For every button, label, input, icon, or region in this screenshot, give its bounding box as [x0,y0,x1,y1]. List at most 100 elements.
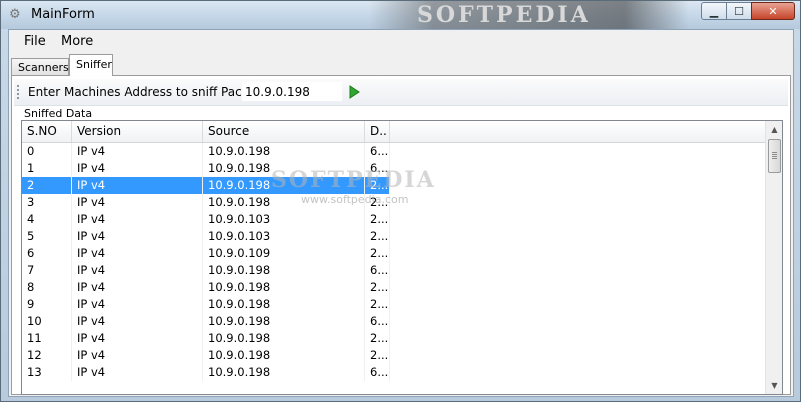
tab-sniffer[interactable]: Sniffer [69,54,113,76]
menu-file[interactable]: File [24,34,46,49]
table-cell: IP v4 [72,194,203,211]
table-cell: 2... [365,194,390,211]
table-row[interactable]: 10 IP v4 10.9.0.198 6... [22,313,765,330]
table-cell: 6... [365,160,390,177]
table-row[interactable]: 3 IP v4 10.9.0.198 2... [22,194,765,211]
scroll-thumb[interactable] [768,139,781,173]
table-cell: 2... [365,245,390,262]
table-cell: IP v4 [72,160,203,177]
column-header-sno[interactable]: S.NO [22,121,72,142]
address-label: Enter Machines Address to sniff Packets [28,85,267,99]
table-cell: 10.9.0.198 [203,160,365,177]
table-cell: 10.9.0.198 [203,143,365,160]
table-cell: 10.9.0.198 [203,262,365,279]
table-cell: IP v4 [72,143,203,160]
column-header-source[interactable]: Source [203,121,365,142]
table-cell: 2... [365,211,390,228]
list-header: S.NO Version Source D.. [22,121,765,143]
toolstrip-grip-icon[interactable] [17,85,19,99]
close-button[interactable]: ✕ [751,2,795,20]
table-cell: 10.9.0.198 [203,177,365,194]
client-area: File More Scanners Sniffer Enter Machine… [8,29,794,397]
table-cell: 6... [365,143,390,160]
app-icon[interactable]: ⚙ [9,8,23,22]
column-header-destination[interactable]: D.. [365,121,390,142]
table-cell: 9 [22,296,72,313]
table-cell: 0 [22,143,72,160]
table-row[interactable]: 12 IP v4 10.9.0.198 2... [22,347,765,364]
window-title: MainForm [31,7,95,22]
table-cell: IP v4 [72,364,203,381]
table-cell: 10 [22,313,72,330]
minimize-button[interactable]: ▁ [701,2,727,20]
table-cell: 7 [22,262,72,279]
table-cell: 10.9.0.198 [203,296,365,313]
title-watermark-text: SOFTPEDIA [417,2,591,28]
table-row[interactable]: 1 IP v4 10.9.0.198 6... [22,160,765,177]
table-cell: 6... [365,262,390,279]
table-cell: IP v4 [72,177,203,194]
table-cell: IP v4 [72,279,203,296]
table-row[interactable]: 6 IP v4 10.9.0.109 2... [22,245,765,262]
table-cell: IP v4 [72,313,203,330]
title-watermark: SOFTPEDIA [369,1,689,29]
table-cell: 2... [365,177,390,194]
table-row[interactable]: 0 IP v4 10.9.0.198 6... [22,143,765,160]
table-cell: 2... [365,330,390,347]
table-cell: 5 [22,228,72,245]
table-cell: 10.9.0.198 [203,279,365,296]
sniffed-data-label: Sniffed Data [24,107,93,120]
table-row[interactable]: 13 IP v4 10.9.0.198 6... [22,364,765,381]
table-cell: 10.9.0.103 [203,211,365,228]
table-cell: 2... [365,228,390,245]
table-row[interactable]: 8 IP v4 10.9.0.198 2... [22,279,765,296]
table-cell: 2... [365,279,390,296]
table-cell: 10.9.0.198 [203,364,365,381]
table-row[interactable]: 7 IP v4 10.9.0.198 6... [22,262,765,279]
table-cell: 6... [365,364,390,381]
table-cell: 2 [22,177,72,194]
table-cell: IP v4 [72,228,203,245]
tab-scanners[interactable]: Scanners [11,58,69,75]
sniffer-toolstrip: Enter Machines Address to sniff Packets [14,79,788,106]
table-row[interactable]: 9 IP v4 10.9.0.198 2... [22,296,765,313]
table-cell: 6... [365,313,390,330]
table-row[interactable]: 2 IP v4 10.9.0.198 2... [22,177,390,194]
table-cell: 11 [22,330,72,347]
table-cell: 13 [22,364,72,381]
table-cell: IP v4 [72,211,203,228]
sniffed-data-list[interactable]: S.NO Version Source D.. 0 IP v4 10.9.0.198… [21,120,783,395]
table-row[interactable]: 4 IP v4 10.9.0.103 2... [22,211,765,228]
table-cell: 2... [365,347,390,364]
table-cell: 4 [22,211,72,228]
table-row[interactable]: 5 IP v4 10.9.0.103 2... [22,228,765,245]
table-cell: 1 [22,160,72,177]
table-cell: 10.9.0.198 [203,330,365,347]
table-cell: 10.9.0.198 [203,194,365,211]
table-cell: 2... [365,296,390,313]
list-rows: 0 IP v4 10.9.0.198 6... 1 IP v4 10.9.0.198 6...… [22,143,765,381]
play-icon [349,85,360,99]
table-cell: 10.9.0.109 [203,245,365,262]
table-cell: 8 [22,279,72,296]
menu-bar: File More [9,30,793,52]
scroll-up-icon[interactable]: ▲ [766,121,782,138]
table-cell: IP v4 [72,245,203,262]
table-row[interactable]: 11 IP v4 10.9.0.198 2... [22,330,765,347]
menu-more[interactable]: More [61,34,93,49]
table-cell: 10.9.0.198 [203,313,365,330]
title-bar[interactable]: ⚙ MainForm SOFTPEDIA ▁ ☐ ✕ [1,1,800,29]
table-cell: 3 [22,194,72,211]
address-input[interactable] [242,82,342,101]
table-cell: 10.9.0.103 [203,228,365,245]
main-window: ⚙ MainForm SOFTPEDIA ▁ ☐ ✕ File More Sca… [0,0,801,402]
table-cell: IP v4 [72,330,203,347]
table-cell: 6 [22,245,72,262]
start-sniff-button[interactable] [346,84,362,100]
vertical-scrollbar[interactable]: ▲ ▼ [765,121,782,394]
table-cell: IP v4 [72,296,203,313]
sniffer-tab-page: Enter Machines Address to sniff Packets … [11,75,791,395]
column-header-version[interactable]: Version [72,121,203,142]
scroll-down-icon[interactable]: ▼ [766,377,782,394]
maximize-button[interactable]: ☐ [726,2,752,20]
